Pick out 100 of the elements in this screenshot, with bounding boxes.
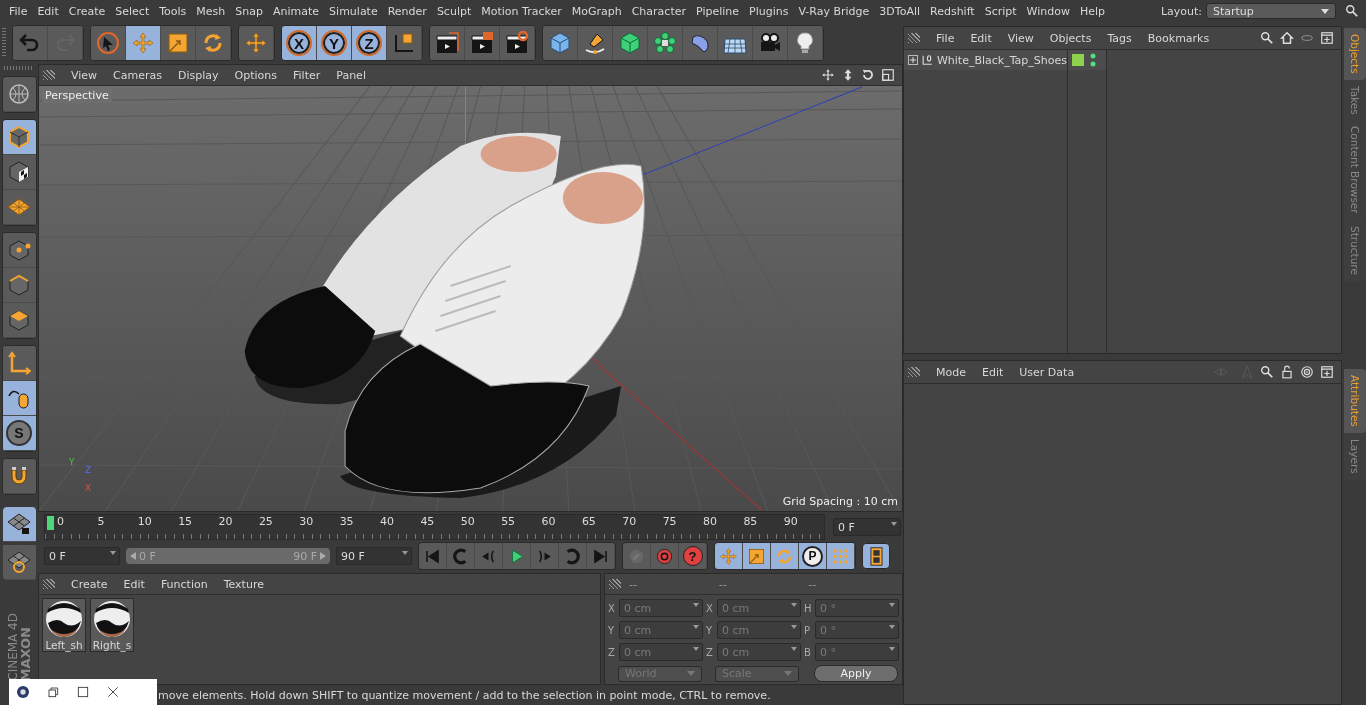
menu-item[interactable]: Bookmarks [1139,31,1218,45]
menu-item[interactable]: Tools [154,4,192,18]
new-panel-icon[interactable] [1320,31,1334,45]
timeline-button[interactable] [862,543,890,569]
key-filter-button[interactable] [743,543,771,569]
grip-handle-icon[interactable] [2,28,6,58]
tool-button[interactable] [2,77,36,112]
unlocked-padlock-icon[interactable] [1280,365,1294,379]
rotate-icon[interactable] [861,68,875,82]
search-icon[interactable] [1260,31,1274,45]
home-icon[interactable] [1280,31,1294,45]
menu-item[interactable]: Cameras [105,68,170,82]
menu-item[interactable]: Function [152,577,216,591]
move-arrows-icon[interactable] [821,68,835,82]
menu-item[interactable]: Redshift [925,4,980,18]
undo-button[interactable] [13,26,48,60]
menu-item[interactable]: Panel [328,68,374,82]
key-filter-button[interactable]: P [799,543,827,569]
expand-toggle[interactable] [908,55,918,65]
tool-button[interactable] [2,545,36,580]
menu-item[interactable]: Filter [285,68,329,82]
menu-item[interactable]: Script [979,4,1022,18]
axis-toggle-button[interactable]: Y [317,26,352,60]
menu-item[interactable]: Simulate [324,4,383,18]
end-frame-field[interactable]: 90 F [336,547,412,565]
close-icon[interactable] [105,684,121,700]
menu-item[interactable]: Plugins [744,4,794,18]
tool-button[interactable] [2,381,36,416]
menu-item[interactable]: Select [110,4,155,18]
menu-item[interactable]: 3DToAll [874,4,925,18]
record-button[interactable]: ? [679,543,707,569]
timeline-ruler[interactable]: 0 5 10 15 20 25 30 35 40 45 50 55 60 65 70 75 80 85 90 [44,514,825,540]
material-swatch[interactable]: Right_s [90,598,134,652]
record-button[interactable] [651,543,679,569]
search-icon[interactable] [1345,4,1359,18]
transport-button[interactable] [447,543,475,569]
menu-item[interactable]: Sculpt [431,4,477,18]
menu-item[interactable]: Texture [215,577,272,591]
tool-button[interactable] [430,26,465,60]
menu-item[interactable]: Create [63,4,111,18]
grip-handle-icon[interactable] [43,70,55,80]
menu-item[interactable]: Render [382,4,432,18]
menu-item[interactable]: Help [1074,4,1111,18]
tool-button[interactable] [2,233,36,268]
tool-button[interactable]: S [2,416,36,451]
tool-button[interactable] [2,120,36,155]
axis-toggle-button[interactable]: X [282,26,317,60]
menu-item[interactable]: Pipeline [691,4,745,18]
apply-button[interactable]: Apply [814,665,898,682]
layout-dropdown[interactable]: Startup [1206,3,1336,19]
object-row[interactable]: White_Black_Tap_Shoes [904,50,1067,70]
menu-item[interactable]: Window [1021,4,1075,18]
side-tab[interactable]: Objects [1344,28,1366,80]
menu-item[interactable]: Edit [962,31,1000,45]
menu-item[interactable]: V-Ray Bridge [793,4,875,18]
menu-item[interactable]: Options [226,68,285,82]
menu-item[interactable]: Edit [974,365,1012,379]
menu-item[interactable]: Tags [1099,31,1140,45]
menu-item[interactable]: File [928,31,963,45]
menu-item[interactable]: Mesh [191,4,231,18]
side-tab[interactable]: Attributes [1344,368,1366,433]
menu-item[interactable]: Display [170,68,227,82]
play-button[interactable] [503,543,531,569]
key-filter-button[interactable] [771,543,799,569]
grip-handle-icon[interactable] [4,66,34,70]
menu-item[interactable]: Mode [928,365,974,379]
tool-button[interactable] [2,346,36,381]
maximize-icon[interactable] [881,68,895,82]
maximize-icon[interactable] [75,684,91,700]
menu-item[interactable]: Edit [32,4,64,18]
menu-item[interactable]: Animate [268,4,325,18]
layer-swatch[interactable] [1072,54,1084,66]
current-frame-field[interactable]: 0 F [833,518,901,536]
menu-item[interactable]: File [4,4,33,18]
key-filter-button[interactable] [715,543,743,569]
menu-item[interactable]: Snap [230,4,268,18]
menu-item[interactable]: User Data [1011,365,1083,379]
grip-handle-icon[interactable] [609,579,621,589]
restore-icon[interactable] [45,684,61,700]
menu-item[interactable]: Objects [1041,31,1100,45]
menu-item[interactable]: Edit [115,577,153,591]
menu-item[interactable]: View [999,31,1042,45]
material-swatch[interactable]: Left_sh [42,598,86,652]
menu-item[interactable]: View [63,68,106,82]
menu-item[interactable]: MoGraph [566,4,627,18]
menu-item[interactable]: Create [63,577,116,591]
tool-button[interactable] [2,459,36,494]
new-panel-icon[interactable] [1320,365,1334,379]
grip-handle-icon[interactable] [908,367,920,377]
visibility-dots-icon[interactable] [1090,52,1096,68]
grip-handle-icon[interactable] [908,33,920,43]
target-icon[interactable] [1300,365,1314,379]
transport-button[interactable] [531,543,559,569]
axis-toggle-button[interactable]: Z [352,26,387,60]
tool-button[interactable] [2,507,36,542]
start-frame-field[interactable]: 0 F [44,547,120,565]
menu-item[interactable]: Motion Tracker [476,4,567,18]
key-filter-button[interactable] [827,543,855,569]
transport-button[interactable] [587,543,615,569]
search-icon[interactable] [1260,365,1274,379]
